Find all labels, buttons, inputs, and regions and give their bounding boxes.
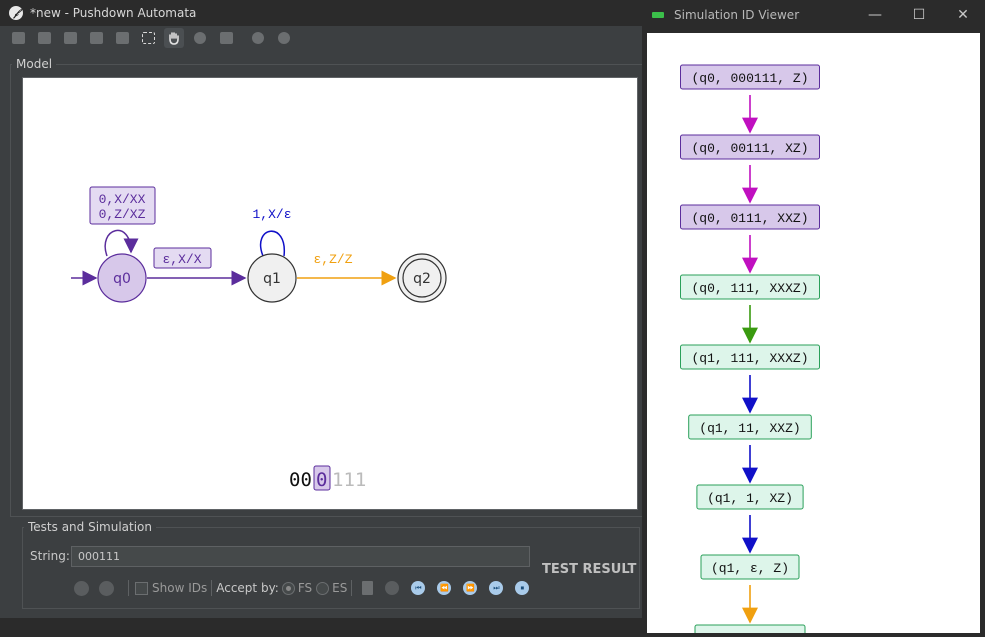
- document-icon[interactable]: [362, 581, 374, 595]
- divider: [211, 580, 213, 596]
- divider: [351, 580, 353, 596]
- id-text: (q1, 111, XXXZ): [691, 351, 808, 366]
- record-icon[interactable]: [248, 28, 268, 48]
- stop-icon[interactable]: ⏹: [515, 581, 530, 595]
- fs-radio[interactable]: [281, 581, 295, 595]
- id-chain: (q0, 000111, Z) (q0, 00111, XZ) (q0, 0111,…: [680, 64, 820, 637]
- id-box: [694, 624, 806, 637]
- sim-title-bar: Simulation ID Viewer — ☐ ✕: [642, 0, 985, 30]
- select-tool-icon[interactable]: [138, 28, 158, 48]
- app-logo-icon: 𝒻: [9, 6, 23, 20]
- show-ids-label: Show IDs: [152, 581, 208, 595]
- add-transition-icon[interactable]: [216, 28, 236, 48]
- add-state-icon[interactable]: [190, 28, 210, 48]
- q0-loop-label-2: 0,Z/XZ: [99, 207, 146, 222]
- model-group-label: Model: [12, 57, 57, 71]
- q0-q1-label: ε,X/X: [162, 252, 201, 267]
- last-step-icon[interactable]: ⏭: [489, 581, 504, 595]
- string-label: String:: [30, 549, 70, 563]
- q0-loop-edge[interactable]: [104, 229, 139, 257]
- sim-window-title: Simulation ID Viewer: [674, 8, 800, 22]
- id-text: (q0, 111, XXXZ): [691, 281, 808, 296]
- accept-check-icon[interactable]: [74, 580, 89, 596]
- id-text: (q1, ε, Z): [711, 561, 789, 576]
- nondeterminism-icon[interactable]: [274, 28, 294, 48]
- simulation-controls: Show IDs Accept by: FS ES ⏮ ⏪ ⏩ ⏭ ⏹: [74, 578, 541, 598]
- state-q2-label: q2: [413, 271, 431, 287]
- save-as-icon[interactable]: [86, 28, 106, 48]
- q1-loop-label: 1,X/ε: [252, 207, 291, 222]
- maximize-button[interactable]: ☐: [897, 0, 941, 30]
- tests-group-label: Tests and Simulation: [24, 520, 157, 534]
- state-q1-label: q1: [263, 271, 281, 287]
- play-icon[interactable]: [385, 581, 400, 595]
- tape-current: 0: [316, 469, 327, 491]
- id-text: (q0, 0111, XXZ): [691, 211, 808, 226]
- id-text: (q0, 00111, XZ): [691, 141, 808, 156]
- window-controls: — ☐ ✕: [853, 0, 985, 30]
- q1-loop-edge[interactable]: [260, 230, 285, 272]
- id-text: (q1, 11, XXZ): [699, 421, 800, 436]
- title-bar: 𝒻 *new - Pushdown Automata: [0, 0, 642, 26]
- step-back-icon[interactable]: ⏪: [437, 581, 452, 595]
- close-button[interactable]: ✕: [941, 0, 985, 30]
- string-input[interactable]: 000111: [71, 546, 530, 567]
- automaton-canvas[interactable]: 0,X/XX 0,Z/XZ ε,X/X 1,X/ε ε,Z/Z q0 q1 q2…: [22, 77, 638, 510]
- main-window: 𝒻 *new - Pushdown Automata Model 0,X/XX …: [0, 0, 642, 628]
- es-label: ES: [332, 581, 348, 595]
- new-file-icon[interactable]: [8, 28, 28, 48]
- divider: [128, 580, 129, 596]
- export-icon[interactable]: [112, 28, 132, 48]
- sim-id-panel: (q0, 000111, Z) (q0, 00111, XZ) (q0, 0111,…: [647, 33, 980, 637]
- tape-consumed: 00: [289, 469, 312, 491]
- id-text: (q0, 000111, Z): [691, 71, 808, 86]
- step-forward-icon[interactable]: ⏩: [463, 581, 478, 595]
- id-text: (q1, 1, XZ): [707, 491, 793, 506]
- test-result-label: TEST RESULT: [542, 562, 637, 577]
- automaton-diagram: 0,X/XX 0,Z/XZ ε,X/X 1,X/ε ε,Z/Z q0 q1 q2…: [71, 186, 447, 491]
- sim-viewer-logo-icon: [652, 12, 664, 18]
- q1-q2-label: ε,Z/Z: [313, 252, 352, 267]
- show-ids-checkbox[interactable]: [135, 581, 148, 595]
- first-step-icon[interactable]: ⏮: [411, 581, 426, 595]
- minimize-button[interactable]: —: [853, 0, 897, 30]
- accept-by-label: Accept by:: [216, 581, 279, 595]
- es-radio[interactable]: [316, 581, 330, 595]
- tape-remaining: 111: [332, 469, 366, 491]
- q0-loop-label-1: 0,X/XX: [99, 192, 146, 207]
- toolbar: [0, 26, 642, 50]
- fs-label: FS: [297, 581, 313, 595]
- simulation-id-viewer-window: Simulation ID Viewer — ☐ ✕ (q0, 000111, …: [642, 0, 985, 637]
- bottom-strip: [0, 618, 642, 628]
- window-title: *new - Pushdown Automata: [30, 6, 197, 20]
- open-folder-icon[interactable]: [34, 28, 54, 48]
- save-icon[interactable]: [60, 28, 80, 48]
- hand-tool-icon[interactable]: [164, 28, 184, 48]
- state-q0-label: q0: [113, 271, 131, 287]
- reject-icon[interactable]: [99, 580, 114, 596]
